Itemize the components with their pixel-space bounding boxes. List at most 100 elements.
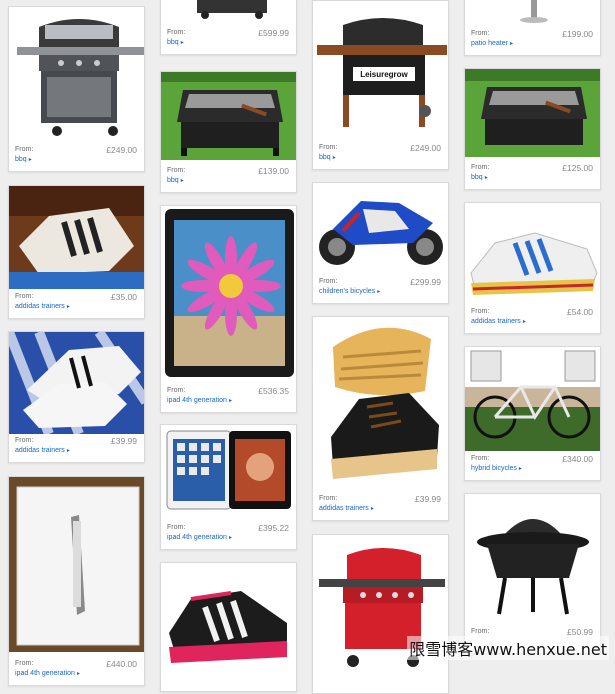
price: £395.22 (258, 523, 289, 533)
price: £249.00 (410, 143, 441, 153)
from-label: From: (471, 455, 490, 462)
caret-right-icon: ▸ (180, 178, 184, 184)
caret-right-icon: ▸ (518, 466, 522, 472)
caret-right-icon: ▸ (509, 41, 513, 47)
caret-right-icon: ▸ (180, 40, 184, 46)
from-label: From: (15, 146, 34, 153)
product-card[interactable]: From: £299.99 children's bicycles ▸ (312, 182, 449, 304)
from-label: From: (15, 660, 34, 667)
product-image-trainers-box[interactable] (9, 186, 144, 289)
category-link[interactable]: addidas trainers ▸ (15, 303, 70, 310)
product-card[interactable]: From: £249.00 bbq ▸ (8, 6, 145, 172)
card-info: From: £39.99 addidas trainers ▸ (9, 432, 144, 462)
product-image-patio-heater[interactable] (465, 0, 600, 27)
category-link[interactable]: bbq ▸ (319, 154, 336, 161)
caret-right-icon: ▸ (522, 319, 526, 325)
price: £249.00 (106, 145, 137, 155)
card-info: From: £249.00 bbq ▸ (313, 139, 448, 169)
price: £35.00 (111, 292, 137, 302)
caret-right-icon: ▸ (228, 535, 232, 541)
category-link[interactable]: addidas trainers ▸ (319, 505, 374, 512)
product-image-charcoal-grill-grass[interactable] (161, 72, 296, 160)
category-link[interactable]: ipad 4th generation ▸ (167, 397, 232, 404)
product-card[interactable]: From: £35.00 addidas trainers ▸ (8, 185, 145, 319)
card-info: From: £54.00 addidas trainers ▸ (465, 303, 600, 333)
product-card[interactable]: From: £199.00 patio heater ▸ (464, 0, 601, 56)
card-info: From: £395.22 ipad 4th generation ▸ (161, 519, 296, 549)
caret-right-icon: ▸ (484, 175, 488, 181)
price: £39.99 (111, 436, 137, 446)
product-image-black-trainer[interactable] (313, 317, 448, 491)
category-link[interactable]: bbq ▸ (167, 177, 184, 184)
product-card[interactable]: From: £395.22 ipad 4th generation ▸ (160, 424, 297, 550)
product-image-ipad-box[interactable] (9, 477, 144, 652)
caret-right-icon: ▸ (76, 671, 80, 677)
category-link[interactable]: addidas trainers ▸ (15, 447, 70, 454)
card-info: From: £440.00 ipad 4th generation ▸ (9, 655, 144, 685)
category-link[interactable]: ipad 4th generation ▸ (167, 534, 232, 541)
from-label: From: (15, 437, 34, 444)
card-info: From: £299.99 children's bicycles ▸ (313, 273, 448, 303)
card-info: From: £125.00 bbq ▸ (465, 159, 600, 189)
caret-right-icon: ▸ (66, 448, 70, 454)
category-link[interactable]: children's bicycles ▸ (319, 288, 380, 295)
product-image-leisuregrow-bbq[interactable]: Leisuregrow (313, 1, 448, 139)
category-link[interactable]: bbq ▸ (471, 174, 488, 181)
product-image-hybrid-bike[interactable] (465, 347, 600, 451)
product-image-ipad-flower[interactable] (161, 206, 296, 382)
category-link[interactable]: hybrid bicycles ▸ (471, 465, 522, 472)
card-info: From: £35.00 addidas trainers ▸ (9, 288, 144, 318)
from-label: From: (15, 293, 34, 300)
category-link[interactable]: addidas trainers ▸ (471, 318, 526, 325)
product-card[interactable]: From: £139.00 bbq ▸ (160, 71, 297, 193)
product-card[interactable]: From: £50.99 (464, 493, 601, 654)
price: £299.99 (410, 277, 441, 287)
price: £125.00 (562, 163, 593, 173)
product-image-bbq-base[interactable] (161, 0, 296, 26)
from-label: From: (471, 308, 490, 315)
from-label: From: (167, 387, 186, 394)
category-link[interactable]: bbq ▸ (15, 156, 32, 163)
product-card[interactable]: Leisuregrow From: £249.00 bbq ▸ (312, 0, 449, 170)
from-label: From: (167, 29, 186, 36)
product-image-mini-motorbike[interactable] (313, 183, 448, 275)
product-image-two-ipads[interactable] (161, 425, 296, 517)
product-card[interactable]: From: £125.00 bbq ▸ (464, 68, 601, 190)
product-image-charcoal-grill-garden[interactable] (465, 69, 600, 157)
product-image-trainers-pink[interactable] (161, 563, 296, 673)
product-image-retro-trainer[interactable] (465, 203, 600, 305)
from-label: From: (471, 628, 490, 635)
price: £54.00 (567, 307, 593, 317)
from-label: From: (319, 495, 338, 502)
from-label: From: (319, 278, 338, 285)
product-card[interactable]: From: £340.00 hybrid bicycles ▸ (464, 346, 601, 481)
product-card[interactable]: From: £39.99 addidas trainers ▸ (8, 331, 145, 463)
category-link[interactable]: bbq ▸ (167, 39, 184, 46)
price: £199.00 (562, 29, 593, 39)
card-info: From: £139.00 bbq ▸ (161, 162, 296, 192)
product-card[interactable]: From: £536.35 ipad 4th generation ▸ (160, 205, 297, 413)
category-link[interactable]: patio heater ▸ (471, 40, 513, 47)
category-link[interactable]: ipad 4th generation ▸ (15, 670, 80, 677)
product-card[interactable]: From: £440.00 ipad 4th generation ▸ (8, 476, 145, 686)
product-card[interactable]: From: £54.00 addidas trainers ▸ (464, 202, 601, 334)
price: £440.00 (106, 659, 137, 669)
caret-right-icon: ▸ (66, 304, 70, 310)
product-card[interactable] (312, 534, 449, 694)
price: £39.99 (415, 494, 441, 504)
price: £536.35 (258, 386, 289, 396)
product-image-fire-pit[interactable] (465, 494, 600, 624)
caret-right-icon: ▸ (370, 506, 374, 512)
product-image-trainers-blue[interactable] (9, 332, 144, 434)
product-card[interactable]: From: £599.99 bbq ▸ (160, 0, 297, 55)
from-label: From: (319, 144, 338, 151)
product-image-bbq-grill[interactable] (9, 7, 144, 143)
price: £599.99 (258, 28, 289, 38)
product-card[interactable]: From: £39.99 addidas trainers ▸ (312, 316, 449, 521)
caret-right-icon: ▸ (228, 398, 232, 404)
watermark-text: 限雪博客www.henxue.net (407, 636, 609, 660)
caret-right-icon: ▸ (332, 155, 336, 161)
card-info: From: £39.99 addidas trainers ▸ (313, 490, 448, 520)
card-info: From: £536.35 ipad 4th generation ▸ (161, 382, 296, 412)
product-card[interactable] (160, 562, 297, 692)
